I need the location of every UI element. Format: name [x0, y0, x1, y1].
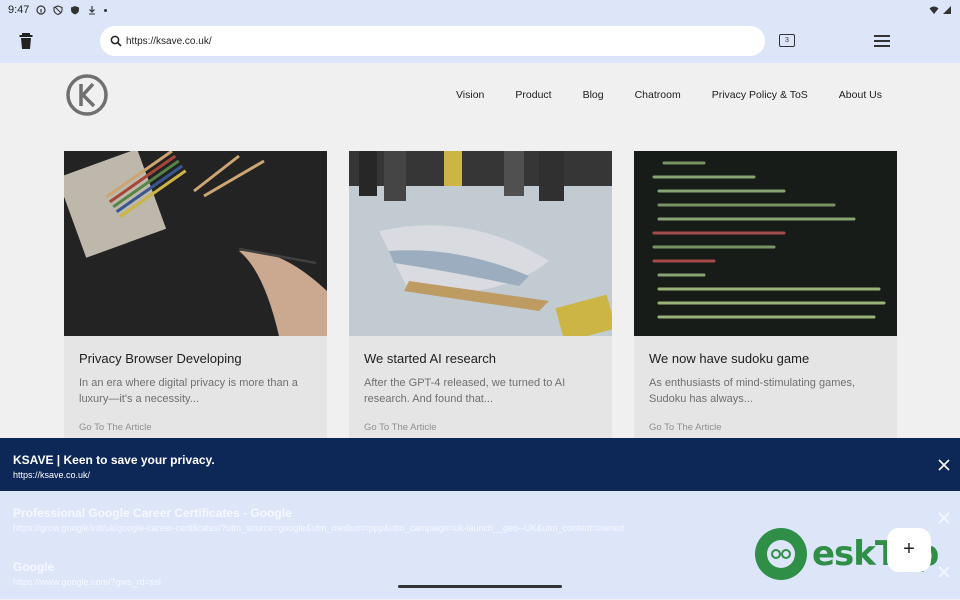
nav-link-vision[interactable]: Vision [456, 89, 484, 101]
add-button[interactable]: + [887, 528, 931, 572]
suggestion-title: Professional Google Career Certificates … [13, 506, 292, 520]
article-title[interactable]: Privacy Browser Developing [79, 351, 242, 366]
wifi-icon [929, 6, 939, 14]
notification-dot-icon [104, 8, 108, 12]
nav-link-about[interactable]: About Us [839, 89, 882, 101]
article-card[interactable]: Privacy Browser Developing In an era whe… [64, 151, 327, 451]
search-icon [110, 35, 122, 47]
article-excerpt: After the GPT-4 released, we turned to A… [364, 377, 566, 405]
home-indicator[interactable] [398, 585, 562, 588]
status-time: 9:47 [8, 4, 30, 16]
article-title[interactable]: We now have sudoku game [649, 351, 809, 366]
suggestion-title: Google [13, 560, 55, 574]
suggestion-url: https://grow.google/intl/uk/google-caree… [13, 523, 624, 533]
article-card[interactable]: We started AI research After the GPT-4 r… [349, 151, 612, 451]
current-page-popup[interactable]: KSAVE | Keen to save your privacy. https… [0, 438, 960, 491]
download-icon [89, 6, 96, 15]
browser-toolbar: https://ksave.co.uk/ 3 [0, 20, 960, 63]
suggestion-url: https://www.google.com/?gws_rd=ssl [13, 577, 161, 587]
popup-title: KSAVE | Keen to save your privacy. [13, 453, 215, 467]
nav-link-privacy[interactable]: Privacy Policy & ToS [712, 89, 808, 101]
trash-icon[interactable] [18, 32, 34, 50]
signal-icon [943, 6, 951, 14]
tab-switcher-button[interactable]: 3 [779, 34, 795, 47]
info-icon [36, 5, 47, 15]
site-nav: Vision Product Blog Chatroom Privacy Pol… [425, 89, 882, 101]
article-image [64, 151, 327, 336]
read-more-link[interactable]: Go To The Article [364, 422, 437, 433]
article-card[interactable]: We now have sudoku game As enthusiasts o… [634, 151, 897, 451]
url-bar[interactable]: https://ksave.co.uk/ [100, 26, 765, 56]
read-more-link[interactable]: Go To The Article [649, 422, 722, 433]
article-image [634, 151, 897, 336]
nav-link-chatroom[interactable]: Chatroom [635, 89, 681, 101]
nav-link-product[interactable]: Product [515, 89, 551, 101]
article-title[interactable]: We started AI research [364, 351, 496, 366]
nav-link-blog[interactable]: Blog [583, 89, 604, 101]
ksave-logo[interactable] [65, 73, 109, 117]
article-excerpt: As enthusiasts of mind-stimulating games… [649, 377, 856, 405]
close-icon[interactable] [937, 511, 951, 525]
article-image [349, 151, 612, 336]
shield-slash-icon [53, 5, 63, 15]
menu-icon[interactable] [874, 35, 890, 47]
watermark-logo-icon [755, 528, 807, 580]
article-excerpt: In an era where digital privacy is more … [79, 377, 298, 405]
read-more-link[interactable]: Go To The Article [79, 422, 152, 433]
close-icon[interactable] [937, 458, 951, 472]
url-text: https://ksave.co.uk/ [126, 35, 212, 47]
shield-icon [71, 6, 80, 15]
status-bar: 9:47 [0, 0, 960, 20]
popup-url: https://ksave.co.uk/ [13, 470, 91, 480]
